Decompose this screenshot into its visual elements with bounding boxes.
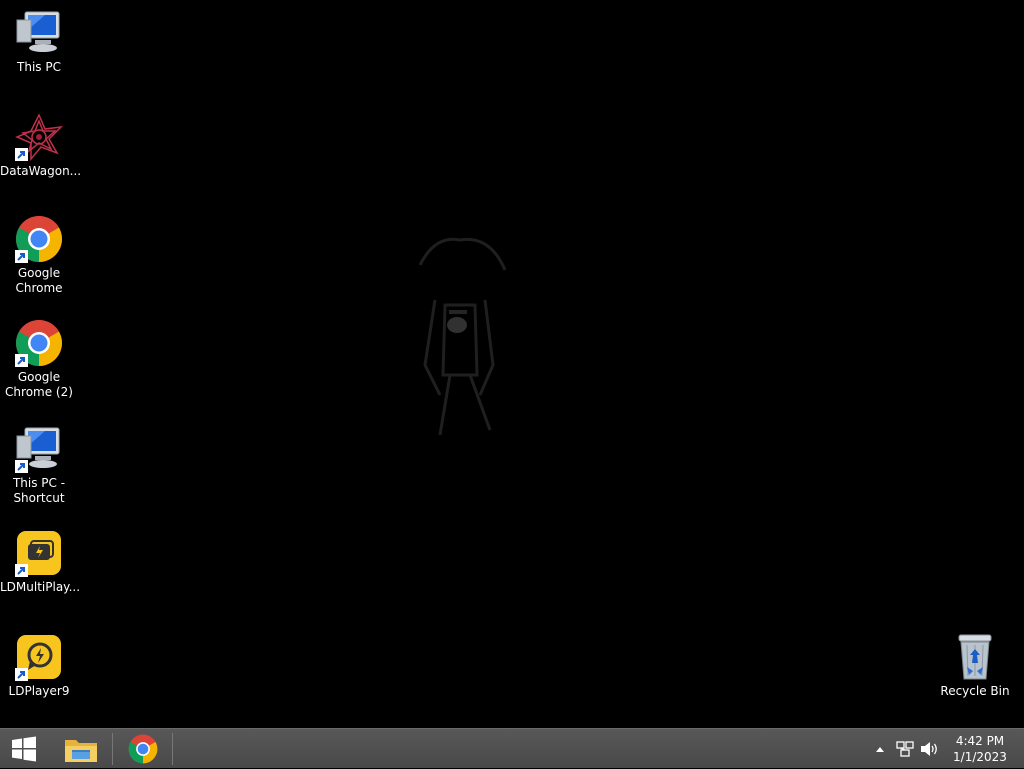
desktop-icon-label: DataWagon... (0, 164, 82, 178)
network-button[interactable] (894, 739, 916, 759)
taskbar: 4:42 PM 1/1/2023 (0, 728, 1024, 768)
taskbar-chrome-button[interactable] (118, 729, 168, 769)
shortcut-arrow-icon (15, 148, 28, 161)
shortcut-arrow-icon (15, 354, 28, 367)
desktop-icon-label: LDMultiPlay... (0, 580, 81, 594)
desktop-icon-label: This PC - Shortcut (12, 476, 66, 505)
desktop-icon-ldmultiplayer[interactable]: LDMultiPlay... (0, 528, 81, 595)
recycle-bin-icon (958, 634, 992, 680)
show-hidden-icons-button[interactable] (872, 739, 888, 759)
shortcut-arrow-icon (15, 460, 28, 473)
file-explorer-icon (65, 740, 97, 762)
desktop-icon-label: Google Chrome (15, 266, 63, 295)
wallpaper-figure (418, 237, 507, 436)
chrome-icon (128, 734, 158, 764)
this-pc-icon (16, 11, 60, 52)
windows-start-icon (12, 736, 36, 762)
desktop-icon-label: LDPlayer9 (8, 684, 70, 698)
start-button[interactable] (0, 729, 48, 769)
taskbar-file-explorer-button[interactable] (56, 729, 106, 769)
shortcut-arrow-icon (15, 250, 28, 263)
network-icon (896, 741, 914, 757)
shortcut-arrow-icon (15, 668, 28, 681)
desktop-icon-label: Recycle Bin (940, 684, 1010, 698)
desktop-icon-this-pc-shortcut[interactable]: This PC - Shortcut (0, 424, 78, 506)
desktop-icon-google-chrome[interactable]: Google Chrome (0, 214, 78, 296)
taskbar-separator (112, 733, 113, 765)
clock-time: 4:42 PM (955, 734, 1005, 748)
show-hidden-icons-arrow (876, 747, 884, 752)
desktop-icon-label: Google Chrome (2) (5, 370, 73, 399)
shortcut-arrow-icon (15, 564, 28, 577)
volume-button[interactable] (918, 739, 942, 759)
desktop-icon-google-chrome-2[interactable]: Google Chrome (2) (0, 318, 78, 400)
desktop-icon-datawagon[interactable]: DataWagon... (0, 112, 82, 179)
desktop-icon-this-pc[interactable]: This PC (0, 8, 78, 75)
taskbar-separator (172, 733, 173, 765)
clock-date: 1/1/2023 (953, 750, 1007, 764)
desktop-icon-ldplayer9[interactable]: LDPlayer9 (0, 632, 78, 699)
volume-icon (921, 742, 937, 756)
taskbar-clock[interactable]: 4:42 PM 1/1/2023 (940, 733, 1020, 765)
desktop-icon-label: This PC (17, 60, 61, 74)
desktop-icon-recycle-bin[interactable]: Recycle Bin (936, 632, 1014, 699)
